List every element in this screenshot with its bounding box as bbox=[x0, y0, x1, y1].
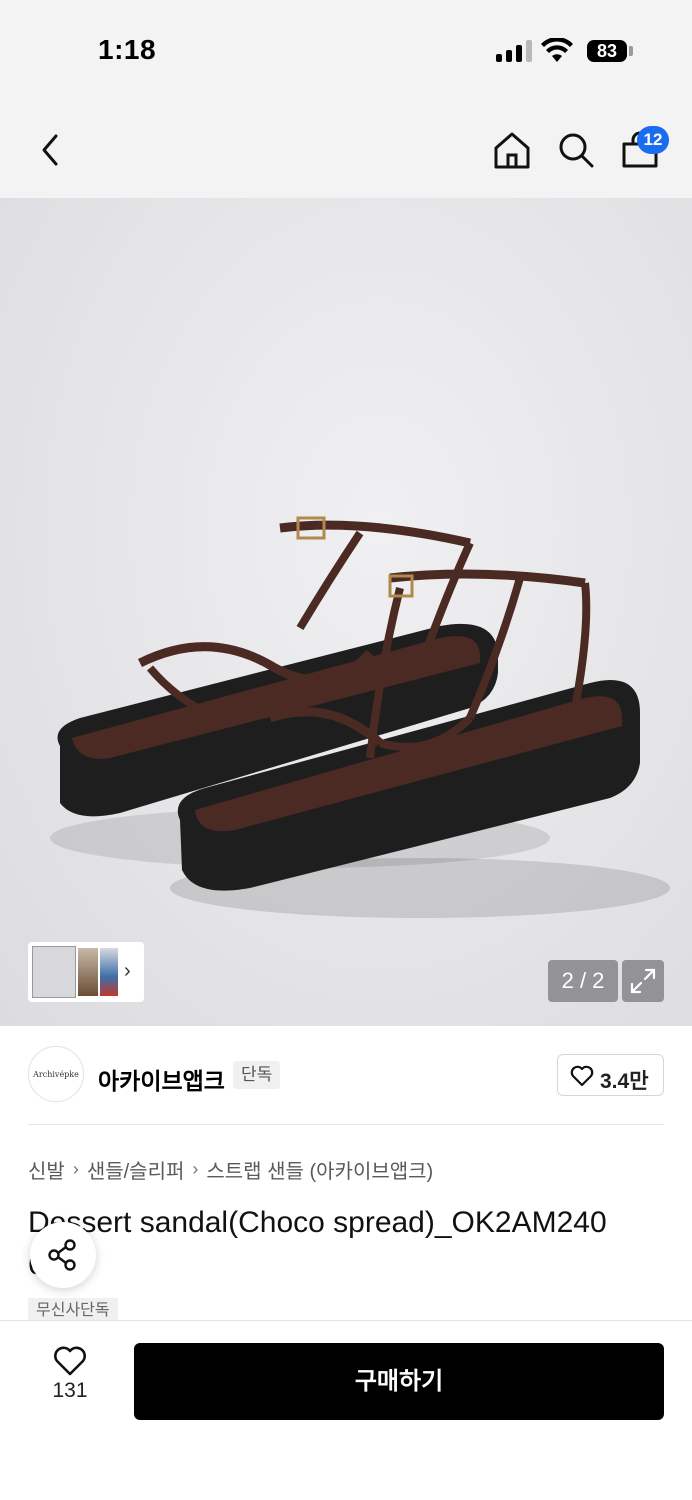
expand-button[interactable] bbox=[622, 960, 664, 1002]
battery-icon: 83 bbox=[587, 40, 627, 62]
buy-button[interactable]: 구매하기 bbox=[134, 1343, 664, 1420]
status-time: 1:18 bbox=[98, 34, 157, 65]
chevron-right-icon: › bbox=[192, 1159, 199, 1179]
thumbnail-2[interactable] bbox=[78, 948, 98, 996]
wifi-icon bbox=[541, 38, 573, 62]
share-icon bbox=[48, 1239, 76, 1271]
divider bbox=[28, 1124, 664, 1125]
exclusive-tag: 단독 bbox=[233, 1061, 281, 1089]
heart-icon bbox=[570, 1065, 594, 1087]
thumbnail-strip[interactable]: › bbox=[28, 942, 144, 1002]
search-icon[interactable] bbox=[556, 130, 596, 170]
product-title: Dessert sandal(Choco spread)_OK2AM240 6X… bbox=[28, 1206, 607, 1281]
back-arrow-icon[interactable] bbox=[36, 132, 64, 168]
product-image-gallery[interactable]: › 2 / 2 bbox=[0, 198, 692, 1026]
breadcrumb-item[interactable]: 신발 bbox=[28, 1155, 65, 1184]
bottom-action-bar: 131 구매하기 bbox=[0, 1320, 692, 1500]
cellular-signal-icon bbox=[496, 40, 532, 62]
share-button[interactable] bbox=[30, 1222, 96, 1288]
brand-logo[interactable]: Archivépke bbox=[28, 1046, 84, 1102]
wishlist-count: 131 bbox=[52, 1379, 88, 1402]
brand-name[interactable]: 아카이브앱크 bbox=[98, 1062, 225, 1096]
image-pager: 2 / 2 bbox=[548, 960, 618, 1002]
home-icon[interactable] bbox=[492, 130, 532, 170]
heart-icon bbox=[54, 1346, 86, 1376]
thumbnail-3[interactable] bbox=[100, 948, 118, 996]
expand-icon bbox=[630, 968, 656, 994]
product-photo-sandals bbox=[50, 516, 670, 918]
brand-row: Archivépke 아카이브앱크 단독 3.4만 bbox=[28, 1046, 664, 1104]
chevron-right-icon: › bbox=[72, 1159, 79, 1179]
brand-like-count: 3.4만 bbox=[600, 1070, 649, 1093]
breadcrumb: 신발 › 샌들/슬리퍼 › 스트랩 샌들 (아카이브앱크) bbox=[28, 1155, 433, 1184]
breadcrumb-item[interactable]: 스트랩 샌들 (아카이브앱크) bbox=[206, 1155, 433, 1184]
breadcrumb-item[interactable]: 샌들/슬리퍼 bbox=[87, 1155, 185, 1184]
wishlist-button[interactable]: 131 bbox=[40, 1345, 100, 1415]
cart-count-badge: 12 bbox=[637, 126, 669, 154]
chevron-right-icon[interactable]: › bbox=[124, 960, 131, 983]
battery-cap bbox=[629, 46, 633, 56]
thumbnail-1[interactable] bbox=[32, 946, 76, 998]
brand-like-button[interactable]: 3.4만 bbox=[557, 1054, 664, 1096]
